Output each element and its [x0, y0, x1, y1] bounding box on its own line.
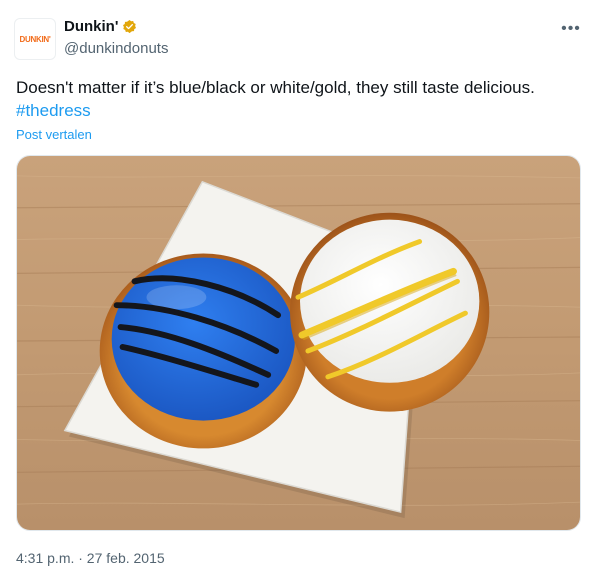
tweet-photo[interactable] — [16, 155, 581, 531]
tweet-timestamp[interactable]: 4:31 p.m. · 27 feb. 2015 — [16, 550, 165, 566]
hashtag-link[interactable]: #thedress — [16, 101, 91, 120]
avatar[interactable]: DUNKIN' — [14, 18, 56, 60]
tweet-body: Doesn't matter if it’s blue/black or whi… — [16, 78, 535, 97]
translate-post-link[interactable]: Post vertalen — [16, 127, 92, 142]
verified-badge-icon — [122, 19, 137, 34]
tweet-text: Doesn't matter if it’s blue/black or whi… — [16, 76, 581, 122]
more-horizontal-icon[interactable]: ••• — [556, 18, 586, 40]
display-name[interactable]: Dunkin' — [64, 18, 118, 35]
tweet-card: DUNKIN' Dunkin' @dunkindonuts ••• Doesn'… — [0, 0, 595, 577]
avatar-logo-text: DUNKIN' — [19, 34, 51, 44]
author-name-row: Dunkin' — [64, 18, 137, 35]
author-handle[interactable]: @dunkindonuts — [64, 40, 168, 57]
donuts-photo-image — [17, 156, 580, 530]
